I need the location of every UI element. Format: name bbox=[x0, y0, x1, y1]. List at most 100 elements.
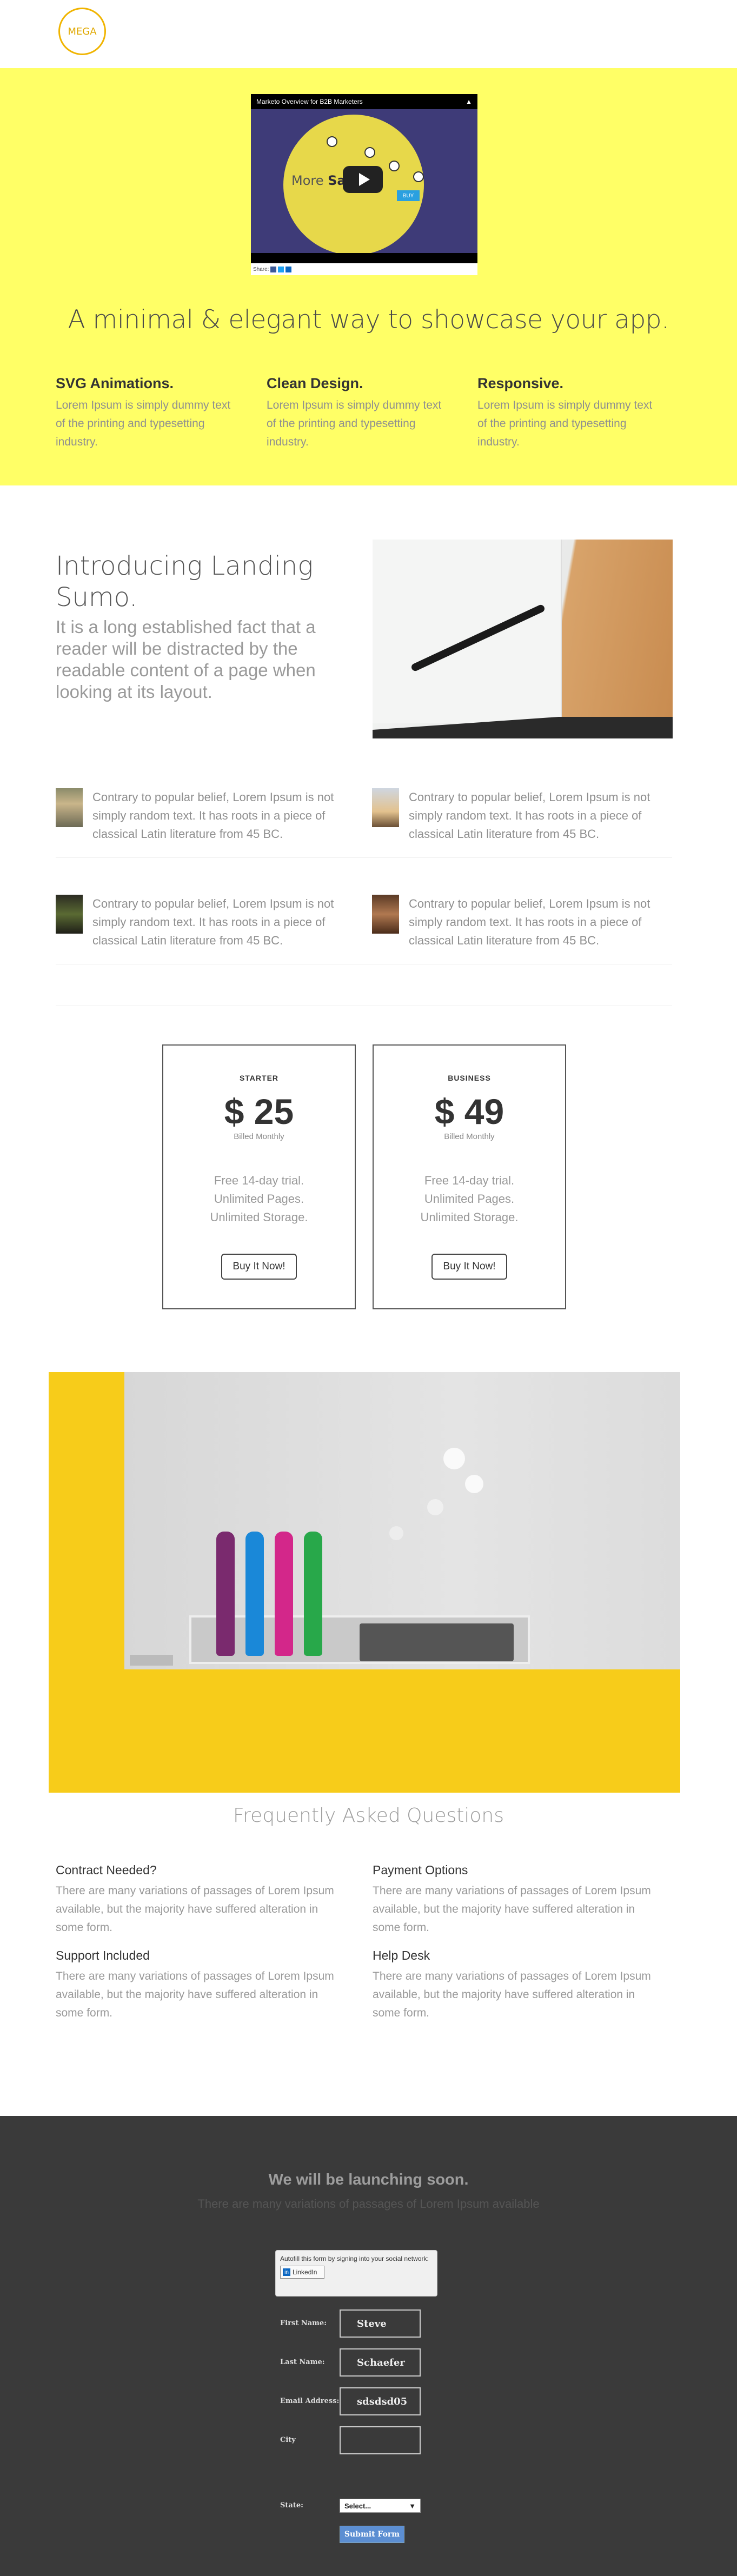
perk-item: Unlimited Storage. bbox=[210, 1210, 308, 1224]
form-row-first-name: First Name: Steve bbox=[280, 2309, 421, 2338]
linkedin-icon[interactable] bbox=[285, 266, 292, 272]
thumbnail-icon bbox=[364, 147, 375, 158]
green-marker bbox=[304, 1532, 322, 1656]
board-clip bbox=[130, 1655, 173, 1666]
chevron-down-icon: ▼ bbox=[409, 2501, 416, 2510]
intro-items: Contrary to popular belief, Lorem Ipsum … bbox=[56, 788, 672, 964]
last-name-label: Last Name: bbox=[280, 2358, 325, 2366]
perk-item: Unlimited Pages. bbox=[214, 1192, 304, 1206]
video-title: Marketo Overview for B2B Marketers bbox=[256, 98, 363, 105]
pricing-section: STARTER $ 25 Billed Monthly Free 14-day … bbox=[0, 1026, 737, 1372]
faq-question: Contract Needed? bbox=[56, 1863, 157, 1877]
list-item: Contrary to popular belief, Lorem Ipsum … bbox=[56, 895, 372, 964]
faq-answer: There are many variations of passages of… bbox=[373, 1970, 651, 2019]
item-text: Contrary to popular belief, Lorem Ipsum … bbox=[92, 790, 334, 841]
blue-marker bbox=[245, 1532, 264, 1656]
perk-item: Unlimited Storage. bbox=[420, 1210, 519, 1224]
twitter-icon[interactable] bbox=[278, 266, 284, 272]
form-row-last-name: Last Name: Schaefer bbox=[280, 2348, 421, 2377]
whiteboard-photo bbox=[49, 1372, 680, 1793]
launch-subtitle: There are many variations of passages of… bbox=[197, 2197, 540, 2211]
light-reflection bbox=[443, 1448, 465, 1469]
list-item: Contrary to popular belief, Lorem Ipsum … bbox=[372, 895, 672, 964]
thumbnail-image bbox=[56, 895, 83, 934]
play-button[interactable] bbox=[343, 166, 383, 193]
light-reflection bbox=[389, 1526, 403, 1540]
plan-name: STARTER bbox=[239, 1074, 279, 1082]
hero-section: Marketo Overview for B2B Marketers ▲ Mor… bbox=[0, 68, 737, 485]
city-input[interactable] bbox=[340, 2426, 421, 2454]
faq-answer: There are many variations of passages of… bbox=[56, 1970, 334, 2019]
launch-footer: We will be launching soon. There are man… bbox=[0, 2116, 737, 2576]
submit-form-button[interactable]: Submit Form bbox=[340, 2526, 404, 2543]
plan-perks: Free 14-day trial. Unlimited Pages. Unli… bbox=[163, 1171, 355, 1227]
video-thumbnail[interactable]: More Savi BUY bbox=[251, 109, 477, 253]
feature-text: Lorem Ipsum is simply dummy text of the … bbox=[477, 399, 653, 448]
thumbnail-image bbox=[372, 788, 399, 827]
thumbnail-icon bbox=[413, 171, 424, 182]
list-item: Contrary to popular belief, Lorem Ipsum … bbox=[372, 788, 672, 858]
buy-now-button[interactable]: Buy It Now! bbox=[431, 1254, 507, 1280]
feature-svg-animations: SVG Animations. Lorem Ipsum is simply du… bbox=[56, 375, 267, 451]
linkedin-icon: in bbox=[283, 2268, 290, 2276]
feature-title: SVG Animations. bbox=[56, 375, 174, 391]
thumbnail-icon bbox=[389, 161, 400, 171]
perk-item: Free 14-day trial. bbox=[424, 1174, 515, 1187]
hero-title: A minimal & elegant way to showcase your… bbox=[68, 305, 669, 335]
mega-logo[interactable]: MEGA bbox=[58, 8, 106, 55]
notebook-pen-photo bbox=[373, 540, 673, 738]
feature-text: Lorem Ipsum is simply dummy text of the … bbox=[56, 399, 231, 448]
form-row-email: Email Address: sdsdsd05 bbox=[280, 2387, 421, 2415]
plan-business: BUSINESS $ 49 Billed Monthly Free 14-day… bbox=[373, 1044, 566, 1309]
plan-billing: Billed Monthly bbox=[234, 1132, 284, 1141]
item-text: Contrary to popular belief, Lorem Ipsum … bbox=[409, 790, 650, 841]
video-chip: BUY bbox=[397, 190, 420, 201]
buy-now-button[interactable]: Buy It Now! bbox=[221, 1254, 297, 1280]
item-text: Contrary to popular belief, Lorem Ipsum … bbox=[409, 897, 650, 947]
first-name-label: First Name: bbox=[280, 2319, 327, 2327]
faq-title: Frequently Asked Questions bbox=[233, 1805, 504, 1827]
linkedin-button[interactable]: in LinkedIn bbox=[280, 2266, 324, 2279]
faq-item: Support Included There are many variatio… bbox=[56, 1948, 337, 2022]
feature-clean-design: Clean Design. Lorem Ipsum is simply dumm… bbox=[267, 375, 477, 451]
thumbnail-image bbox=[372, 895, 399, 934]
plan-price: $ 25 bbox=[224, 1091, 294, 1131]
video-title-bar: Marketo Overview for B2B Marketers ▲ bbox=[251, 94, 477, 109]
facebook-icon[interactable] bbox=[270, 266, 277, 272]
plan-perks: Free 14-day trial. Unlimited Pages. Unli… bbox=[374, 1171, 565, 1227]
features-row: SVG Animations. Lorem Ipsum is simply du… bbox=[56, 375, 688, 451]
social-autofill-box: Autofill this form by signing into your … bbox=[275, 2250, 437, 2297]
form-row-city: City bbox=[280, 2426, 421, 2454]
plan-price: $ 49 bbox=[434, 1091, 504, 1131]
faq-question: Help Desk bbox=[373, 1948, 430, 1962]
feature-title: Responsive. bbox=[477, 375, 564, 391]
top-bar: MEGA bbox=[0, 0, 737, 68]
state-select[interactable]: Select... ▼ bbox=[340, 2499, 421, 2513]
perk-item: Unlimited Pages. bbox=[424, 1192, 515, 1206]
eraser bbox=[360, 1623, 514, 1661]
video-share-bar: Share: bbox=[251, 263, 477, 275]
city-label: City bbox=[280, 2436, 296, 2444]
form-row-state: State: Select... ▼ bbox=[280, 2499, 421, 2513]
share-icon[interactable]: ▲ bbox=[466, 98, 472, 105]
state-select-value: Select... bbox=[344, 2501, 371, 2510]
thumbnail-icon bbox=[327, 136, 337, 147]
state-label: State: bbox=[280, 2501, 303, 2510]
video-player[interactable]: Marketo Overview for B2B Marketers ▲ Mor… bbox=[251, 94, 477, 275]
feature-responsive: Responsive. Lorem Ipsum is simply dummy … bbox=[477, 375, 688, 451]
list-item: Contrary to popular belief, Lorem Ipsum … bbox=[56, 788, 372, 858]
faq-answer: There are many variations of passages of… bbox=[373, 1885, 651, 1934]
plan-starter: STARTER $ 25 Billed Monthly Free 14-day … bbox=[162, 1044, 356, 1309]
faq-question: Support Included bbox=[56, 1948, 150, 1962]
purple-marker bbox=[216, 1532, 235, 1656]
linkedin-label: LinkedIn bbox=[293, 2268, 317, 2276]
social-autofill-text: Autofill this form by signing into your … bbox=[280, 2255, 429, 2262]
last-name-input[interactable]: Schaefer bbox=[340, 2348, 421, 2377]
light-reflection bbox=[427, 1499, 443, 1515]
faq-item: Contract Needed? There are many variatio… bbox=[56, 1863, 337, 1937]
feature-title: Clean Design. bbox=[267, 375, 363, 391]
pink-marker bbox=[275, 1532, 293, 1656]
first-name-input[interactable]: Steve bbox=[340, 2309, 421, 2338]
intro-lead: It is a long established fact that a rea… bbox=[56, 617, 316, 702]
email-input[interactable]: sdsdsd05 bbox=[340, 2387, 421, 2415]
